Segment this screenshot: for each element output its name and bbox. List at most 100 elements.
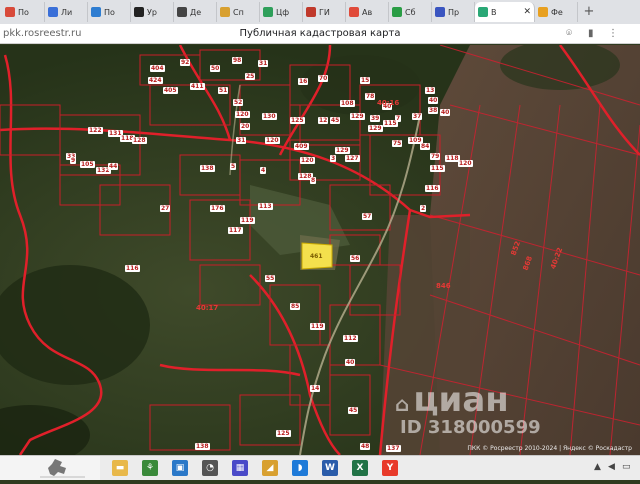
parcel-number-label[interactable]: 84 bbox=[420, 143, 431, 150]
browser-tab-4[interactable]: Де bbox=[174, 2, 217, 22]
parcel-number-label[interactable]: 15 bbox=[360, 77, 371, 84]
parcel-number-label[interactable]: 411 bbox=[190, 83, 205, 90]
parcel-number-label[interactable]: 424 bbox=[148, 77, 163, 84]
parcel-number-label[interactable]: 20 bbox=[240, 123, 251, 130]
notification-icon[interactable]: ▭ bbox=[622, 462, 631, 472]
media-icon[interactable]: ▦ bbox=[232, 460, 248, 476]
browser-tab-10[interactable]: Пр bbox=[432, 2, 475, 22]
parcel-number-label[interactable]: 85 bbox=[290, 303, 301, 310]
edge-icon[interactable]: ◗ bbox=[292, 460, 308, 476]
parcel-number-label[interactable]: 70 bbox=[318, 75, 329, 82]
parcel-number-label[interactable]: 25 bbox=[245, 73, 256, 80]
parcel-number-label[interactable]: 52 bbox=[233, 99, 244, 106]
parcel-number-label[interactable]: 12 bbox=[318, 117, 329, 124]
parcel-number-label[interactable]: 40 bbox=[440, 109, 451, 116]
parcel-number-label[interactable]: 37 bbox=[412, 113, 423, 120]
parcel-number-label[interactable]: 113 bbox=[258, 203, 273, 210]
browser-tab-2[interactable]: По bbox=[88, 2, 131, 22]
parcel-number-label[interactable]: 117 bbox=[228, 227, 243, 234]
url-text[interactable]: pkk.rosreestr.ru bbox=[3, 28, 81, 39]
parcel-number-label[interactable]: 55 bbox=[265, 275, 276, 282]
parcel-number-label[interactable]: 405 bbox=[163, 87, 178, 94]
parcel-number-label[interactable]: 2 bbox=[420, 205, 427, 212]
network-icon[interactable]: ▲ bbox=[594, 462, 601, 472]
parcel-number-label[interactable]: 120 bbox=[265, 137, 280, 144]
parcel-number-label[interactable]: 79 bbox=[430, 153, 441, 160]
browser-tab-9[interactable]: Сб bbox=[389, 2, 432, 22]
parcel-number-label[interactable]: 120 bbox=[300, 157, 315, 164]
yandex-icon[interactable]: Y bbox=[382, 460, 398, 476]
parcel-number-label[interactable]: 112 bbox=[343, 335, 358, 342]
parcel-number-label[interactable]: 129 bbox=[350, 113, 365, 120]
parcel-number-label[interactable]: 108 bbox=[340, 100, 355, 107]
parcel-number-label[interactable]: 137 bbox=[386, 445, 401, 452]
parcel-number-label[interactable]: 98 bbox=[232, 57, 243, 64]
bookmark-icon[interactable]: ▮ bbox=[588, 28, 594, 39]
paint-icon[interactable]: ◢ bbox=[262, 460, 278, 476]
parcel-number-label[interactable]: 3 bbox=[330, 155, 337, 162]
parcel-number-label[interactable]: 8 bbox=[310, 177, 317, 184]
word-icon[interactable]: W bbox=[322, 460, 338, 476]
parcel-number-label[interactable]: 38 bbox=[428, 107, 439, 114]
parcel-number-label[interactable]: 9 bbox=[70, 157, 77, 164]
browser-tab-7[interactable]: ГИ bbox=[303, 2, 346, 22]
browser-tab-12[interactable]: Фе bbox=[535, 2, 578, 22]
selected-parcel-label[interactable]: 461 bbox=[309, 253, 324, 260]
parcel-number-label[interactable]: 50 bbox=[210, 65, 221, 72]
parcel-number-label[interactable]: 27 bbox=[160, 205, 171, 212]
desktop-thumbnail[interactable] bbox=[0, 456, 100, 480]
parcel-number-label[interactable]: 75 bbox=[392, 140, 403, 147]
parcel-number-label[interactable]: 120 bbox=[235, 111, 250, 118]
parcel-number-label[interactable]: 404 bbox=[150, 65, 165, 72]
parcel-number-label[interactable]: 4 bbox=[260, 167, 267, 174]
parcel-number-label[interactable]: 45 bbox=[330, 117, 341, 124]
map-canvas[interactable] bbox=[0, 45, 640, 455]
parcel-number-label[interactable]: 116 bbox=[425, 185, 440, 192]
xbox-icon[interactable]: ⚘ bbox=[142, 460, 158, 476]
browser-tab-8[interactable]: Ав bbox=[346, 2, 389, 22]
parcel-number-label[interactable]: 125 bbox=[290, 117, 305, 124]
location-icon[interactable]: ⌾ bbox=[566, 28, 572, 39]
parcel-number-label[interactable]: 78 bbox=[365, 93, 376, 100]
parcel-number-label[interactable]: 409 bbox=[294, 143, 309, 150]
explorer-icon[interactable]: ▬ bbox=[112, 460, 128, 476]
parcel-number-label[interactable]: 130 bbox=[262, 113, 277, 120]
parcel-number-label[interactable]: 128 bbox=[132, 137, 147, 144]
parcel-number-label[interactable]: 92 bbox=[180, 59, 191, 66]
volume-icon[interactable]: ◀ bbox=[608, 462, 615, 472]
parcel-number-label[interactable]: 122 bbox=[88, 127, 103, 134]
parcel-number-label[interactable]: 119 bbox=[310, 323, 325, 330]
parcel-number-label[interactable]: 176 bbox=[210, 205, 225, 212]
browser-tab-11[interactable]: В ✕ bbox=[475, 2, 535, 22]
parcel-number-label[interactable]: 48 bbox=[360, 443, 371, 450]
parcel-number-label[interactable]: 56 bbox=[350, 255, 361, 262]
cadastral-map[interactable]: 404 92 50 98 25 31 424 405 411 51 52 16 70 15 78 40 13 40… bbox=[0, 45, 640, 455]
parcel-number-label[interactable]: 115 bbox=[430, 165, 445, 172]
address-bar[interactable]: pkk.rosreestr.ru Публичная кадастровая к… bbox=[0, 24, 640, 44]
browser-tab-1[interactable]: Ли bbox=[45, 2, 88, 22]
parcel-number-label[interactable]: 116 bbox=[125, 265, 140, 272]
browser-tab-6[interactable]: Цф bbox=[260, 2, 303, 22]
parcel-number-label[interactable]: 5 bbox=[230, 163, 237, 170]
parcel-number-label[interactable]: 13 bbox=[425, 87, 436, 94]
browser-tab-0[interactable]: По bbox=[2, 2, 45, 22]
parcel-number-label[interactable]: 40 bbox=[428, 97, 439, 104]
parcel-number-label[interactable]: 45 bbox=[348, 407, 359, 414]
parcel-number-label[interactable]: 31 bbox=[236, 137, 247, 144]
browser-tab-3[interactable]: Ур bbox=[131, 2, 174, 22]
store-icon[interactable]: ◔ bbox=[202, 460, 218, 476]
parcel-number-label[interactable]: 57 bbox=[362, 213, 373, 220]
parcel-number-label[interactable]: 138 bbox=[200, 165, 215, 172]
parcel-number-label[interactable]: 129 bbox=[335, 147, 350, 154]
parcel-number-label[interactable]: 120 bbox=[458, 160, 473, 167]
menu-icon[interactable]: ⋮ bbox=[608, 28, 618, 39]
parcel-number-label[interactable]: 138 bbox=[195, 443, 210, 450]
parcel-number-label[interactable]: 31 bbox=[258, 60, 269, 67]
parcel-number-label[interactable]: 51 bbox=[218, 87, 229, 94]
excel-icon[interactable]: X bbox=[352, 460, 368, 476]
photos-icon[interactable]: ▣ bbox=[172, 460, 188, 476]
parcel-number-label[interactable]: 39 bbox=[370, 115, 381, 122]
parcel-number-label[interactable]: 14 bbox=[310, 385, 321, 392]
parcel-number-label[interactable]: 115 bbox=[383, 120, 398, 127]
parcel-number-label[interactable]: 44 bbox=[108, 163, 119, 170]
